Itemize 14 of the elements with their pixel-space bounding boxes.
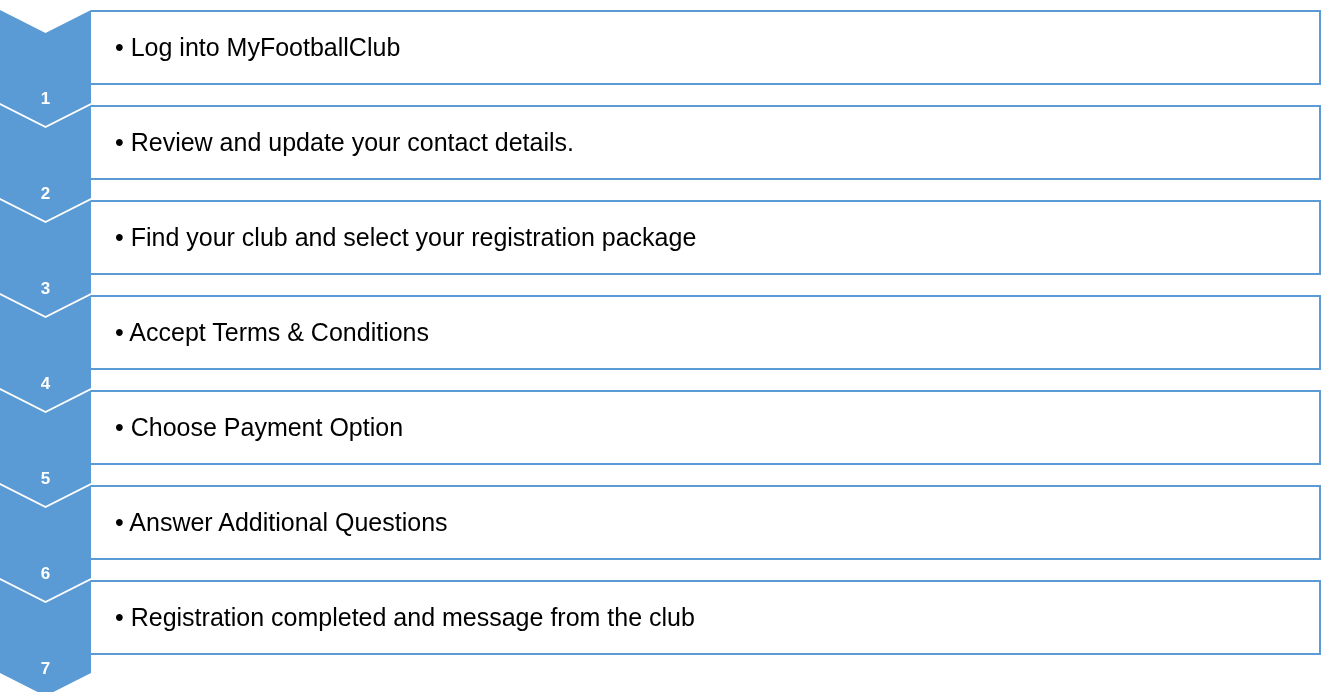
step-number: 6 — [40, 565, 51, 582]
step-number: 4 — [40, 375, 51, 392]
step-text: • Find your club and select your registration package — [115, 221, 697, 253]
step-text: • Registration completed and message from the club — [115, 601, 695, 633]
step-number: 5 — [40, 470, 51, 487]
step-number: 2 — [40, 185, 51, 202]
step-number: 3 — [40, 280, 51, 297]
step-number: 1 — [40, 90, 51, 107]
step-text: • Choose Payment Option — [115, 411, 404, 443]
step-text: • Log into MyFootballClub — [115, 31, 401, 63]
step-number: 7 — [40, 660, 51, 677]
step-text: • Review and update your contact details. — [115, 126, 575, 158]
step-text: • Accept Terms & Conditions — [115, 316, 429, 348]
step-text: • Answer Additional Questions — [115, 506, 448, 538]
